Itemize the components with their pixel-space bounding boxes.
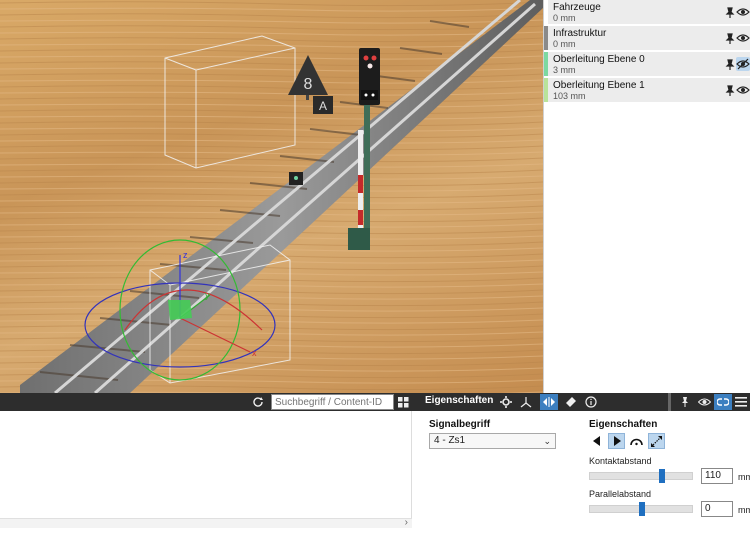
layer-size: 0 mm: [553, 13, 576, 23]
properties-heading: Eigenschaften: [589, 419, 658, 430]
layer-name: Infrastruktur: [553, 28, 607, 39]
toolbar-divider: [668, 393, 671, 411]
bottom-toolbar: Eigenschaften: [0, 393, 750, 411]
layer-size: 0 mm: [553, 39, 576, 49]
layer-name: Oberleitung Ebene 1: [553, 80, 645, 91]
svg-text:8: 8: [304, 76, 313, 93]
link-icon[interactable]: [714, 394, 732, 410]
content-list-area[interactable]: ›: [0, 411, 412, 535]
content-search-input[interactable]: [271, 394, 394, 410]
axes-icon[interactable]: [518, 394, 534, 410]
layer-color-stripe: [544, 78, 548, 102]
svg-text:y: y: [205, 290, 210, 300]
layer-name: Fahrzeuge: [553, 2, 601, 13]
layers-panel: Fahrzeuge 0 mm Infrastruktur 0 mm Oberle…: [543, 0, 750, 393]
eye-icon[interactable]: [696, 394, 712, 410]
contact-distance-input[interactable]: 110: [701, 468, 733, 484]
signal-heading: Signalbegriff: [429, 419, 491, 430]
layer-size: 103 mm: [553, 91, 586, 101]
eye-icon[interactable]: [736, 83, 750, 97]
layer-row-infrastruktur[interactable]: Infrastruktur 0 mm: [544, 26, 750, 51]
parallel-distance-label: Parallelabstand: [589, 489, 652, 499]
gear-icon[interactable]: [498, 394, 514, 410]
pin-icon[interactable]: [724, 33, 736, 45]
status-bar: [0, 528, 750, 535]
signal-aspect-value: 4 - Zs1: [434, 435, 466, 446]
pin-icon[interactable]: [724, 59, 736, 71]
eye-icon[interactable]: [736, 5, 750, 19]
properties-panel: Signalbegriff 4 - Zs1 ⌄ Eigenschaften Ko…: [413, 411, 750, 535]
move-horizontal-icon[interactable]: [540, 394, 558, 410]
info-icon[interactable]: [583, 394, 599, 410]
layer-color-stripe: [544, 0, 548, 24]
layer-row-oberleitung-0[interactable]: Oberleitung Ebene 0 3 mm: [544, 52, 750, 77]
eye-icon[interactable]: [736, 31, 750, 45]
svg-text:A: A: [319, 99, 327, 113]
arrow-left-icon[interactable]: [588, 433, 605, 449]
refresh-icon[interactable]: [250, 394, 266, 410]
signal-aspect-select[interactable]: 4 - Zs1 ⌄: [429, 433, 556, 449]
scene-render: 8 A z x y: [0, 0, 543, 393]
3d-viewport[interactable]: 8 A z x y: [0, 0, 543, 393]
pin-icon[interactable]: [724, 7, 736, 19]
parallel-distance-slider[interactable]: [589, 502, 693, 516]
properties-tab-label[interactable]: Eigenschaften: [425, 395, 493, 406]
layer-color-stripe: [544, 26, 548, 50]
slider-thumb[interactable]: [659, 469, 666, 483]
parallel-distance-unit: mm: [738, 505, 750, 515]
svg-text:x: x: [252, 348, 257, 358]
arc-icon[interactable]: [628, 433, 645, 449]
small-lamp-sign[interactable]: [289, 172, 303, 185]
chevron-right-icon[interactable]: ›: [405, 517, 408, 528]
layer-name: Oberleitung Ebene 0: [553, 54, 645, 65]
contact-distance-unit: mm: [738, 472, 750, 482]
zs3-square-sign[interactable]: A: [313, 96, 333, 114]
scale-icon[interactable]: [648, 433, 665, 449]
layer-row-fahrzeuge[interactable]: Fahrzeuge 0 mm: [544, 0, 750, 25]
eraser-icon[interactable]: [563, 394, 579, 410]
menu-icon[interactable]: [734, 394, 748, 410]
horizontal-scrollbar[interactable]: ›: [0, 517, 412, 528]
layer-color-stripe: [544, 52, 548, 76]
grid-view-icon[interactable]: [396, 394, 410, 410]
contact-distance-slider[interactable]: [589, 469, 693, 483]
parallel-distance-input[interactable]: 0: [701, 501, 733, 517]
layer-row-oberleitung-1[interactable]: Oberleitung Ebene 1 103 mm: [544, 78, 750, 103]
chevron-down-icon: ⌄: [543, 436, 551, 446]
contact-distance-label: Kontaktabstand: [589, 456, 652, 466]
layer-size: 3 mm: [553, 65, 576, 75]
eye-hidden-icon[interactable]: [736, 57, 750, 71]
arrow-right-icon[interactable]: [608, 433, 625, 449]
pin-icon[interactable]: [724, 85, 736, 97]
slider-thumb[interactable]: [638, 502, 645, 516]
svg-text:z: z: [183, 250, 188, 260]
pin-icon[interactable]: [677, 394, 693, 410]
